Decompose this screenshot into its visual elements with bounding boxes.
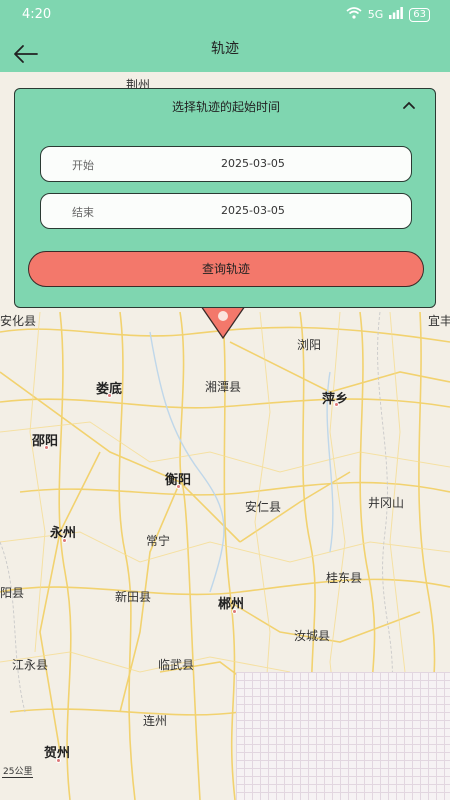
map-label: 井冈山 <box>368 496 405 510</box>
map-label: 新田县 <box>115 590 152 604</box>
map-label: 连州 <box>143 714 168 728</box>
panel-title: 选择轨迹的起始时间 <box>171 100 280 114</box>
map-label: 临武县 <box>158 658 195 672</box>
map-label: 浏阳 <box>297 338 322 352</box>
city-dot <box>107 393 112 398</box>
city-dot <box>44 445 49 450</box>
end-date-field[interactable]: 结束 2025-03-05 <box>40 193 412 229</box>
map-tile-placeholder <box>236 672 450 800</box>
status-bar: 4:20 5G 63 <box>0 0 450 30</box>
city-dot <box>176 484 181 489</box>
end-date-label: 结束 <box>72 206 94 219</box>
map-label: 常宁 <box>146 534 171 548</box>
signal-icon <box>389 7 404 22</box>
map-scale: 25公里 <box>2 764 34 778</box>
query-track-button[interactable]: 查询轨迹 <box>28 251 424 287</box>
status-time: 4:20 <box>22 7 52 22</box>
city-dot <box>56 758 61 763</box>
app-header: 轨迹 <box>0 30 450 72</box>
page-title: 轨迹 <box>211 41 239 57</box>
map-label: 汝城县 <box>294 629 331 643</box>
city-dot <box>62 538 67 543</box>
map-label: 湘潭县 <box>205 380 242 394</box>
map-label: 安化县 <box>0 314 37 328</box>
collapse-button[interactable] <box>401 97 417 111</box>
location-pin-icon[interactable] <box>199 305 247 340</box>
start-date-value: 2025-03-05 <box>221 157 285 170</box>
map-label: 安仁县 <box>245 500 282 514</box>
map-label: 郴州 <box>218 597 245 612</box>
map-label: 江永县 <box>12 658 49 672</box>
status-icons: 5G 63 <box>346 7 430 22</box>
map-label: 宜丰 <box>428 314 450 328</box>
city-dot <box>334 402 339 407</box>
map-label: 阳县 <box>0 586 25 600</box>
date-range-panel: 选择轨迹的起始时间 开始 2025-03-05 结束 2025-03-05 查询… <box>14 88 436 308</box>
city-dot <box>232 609 237 614</box>
start-date-label: 开始 <box>72 159 94 172</box>
battery-icon: 63 <box>409 7 430 22</box>
start-date-field[interactable]: 开始 2025-03-05 <box>40 146 412 182</box>
wifi-icon <box>346 7 362 22</box>
signal-label: 5G <box>367 8 384 21</box>
map-label: 桂东县 <box>326 571 363 585</box>
chevron-up-icon <box>403 101 415 109</box>
end-date-value: 2025-03-05 <box>221 204 285 217</box>
